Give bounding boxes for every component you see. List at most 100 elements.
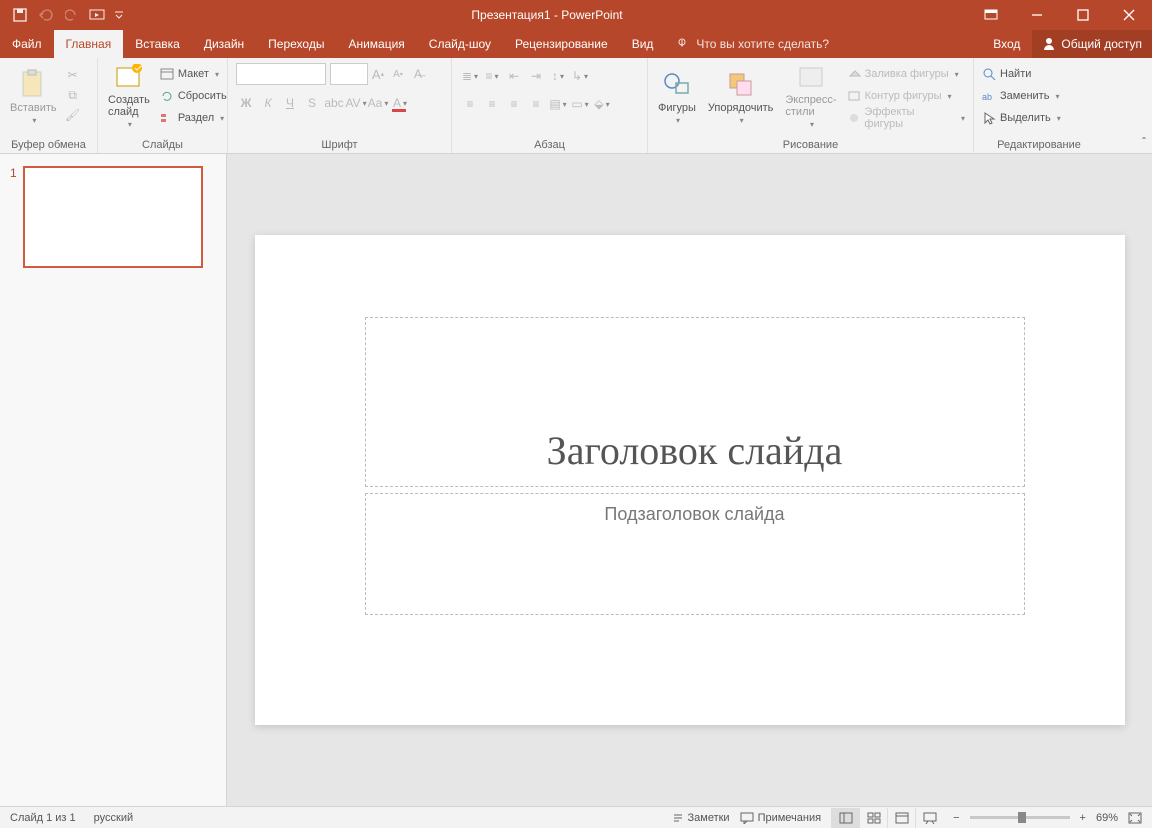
window-title: Презентация1 - PowerPoint bbox=[126, 8, 968, 22]
bullets-icon[interactable]: ≣▾ bbox=[460, 66, 480, 86]
find-button[interactable]: Найти bbox=[978, 63, 1065, 85]
inc-indent-icon[interactable]: ⇥ bbox=[526, 66, 546, 86]
shadow-icon[interactable]: abc bbox=[324, 93, 344, 113]
notes-button[interactable]: Заметки bbox=[672, 812, 730, 824]
group-slides: Создать слайд▾ Макет▾ Сбросить Раздел▾ С… bbox=[98, 58, 228, 153]
spacing-icon[interactable]: AV▾ bbox=[346, 93, 366, 113]
section-icon bbox=[160, 112, 174, 124]
undo-icon[interactable] bbox=[34, 3, 58, 27]
change-case-icon[interactable]: Aa▾ bbox=[368, 93, 388, 113]
tab-slideshow[interactable]: Слайд-шоу bbox=[417, 30, 503, 58]
italic-icon[interactable]: К bbox=[258, 93, 278, 113]
shrink-font-icon[interactable]: A▾ bbox=[388, 64, 408, 84]
grow-font-icon[interactable]: A▴ bbox=[368, 64, 388, 84]
tab-review[interactable]: Рецензирование bbox=[503, 30, 620, 58]
sorter-view-icon[interactable] bbox=[859, 808, 887, 828]
align-text-icon[interactable]: ▭▾ bbox=[570, 94, 590, 114]
ribbon: Вставить▾ ✂ ⧉ 🖌 Буфер обмена Создать сла… bbox=[0, 58, 1152, 154]
ribbon-tabs: Файл Главная Вставка Дизайн Переходы Ани… bbox=[0, 30, 1152, 58]
reset-button[interactable]: Сбросить bbox=[156, 85, 231, 107]
copy-icon[interactable]: ⧉ bbox=[63, 85, 83, 105]
align-right-icon[interactable]: ≡ bbox=[504, 94, 524, 114]
smartart-icon[interactable]: ⬙▾ bbox=[592, 94, 612, 114]
new-slide-button[interactable]: Создать слайд▾ bbox=[102, 61, 156, 131]
close-icon[interactable] bbox=[1106, 0, 1152, 30]
zoom-thumb[interactable] bbox=[1018, 812, 1026, 823]
quick-styles-button[interactable]: Экспресс- стили▾ bbox=[779, 61, 842, 131]
redo-icon[interactable] bbox=[60, 3, 84, 27]
arrange-icon bbox=[725, 68, 757, 100]
group-label: Редактирование bbox=[978, 137, 1100, 153]
tab-animations[interactable]: Анимация bbox=[336, 30, 416, 58]
subtitle-placeholder[interactable]: Подзаголовок слайда bbox=[365, 493, 1025, 615]
dec-indent-icon[interactable]: ⇤ bbox=[504, 66, 524, 86]
underline-icon[interactable]: Ч bbox=[280, 93, 300, 113]
format-painter-icon[interactable]: 🖌 bbox=[63, 105, 83, 125]
shape-effects-button[interactable]: Эффекты фигуры▾ bbox=[843, 107, 969, 129]
shapes-button[interactable]: Фигуры▾ bbox=[652, 61, 702, 131]
thumbnail-preview[interactable] bbox=[23, 166, 203, 268]
zoom-percent[interactable]: 69% bbox=[1096, 812, 1118, 824]
qat-customize-icon[interactable] bbox=[112, 3, 126, 27]
zoom-in-icon[interactable]: + bbox=[1080, 812, 1086, 824]
font-color-icon[interactable]: A▾ bbox=[390, 93, 410, 113]
replace-button[interactable]: abЗаменить▾ bbox=[978, 85, 1065, 107]
numbering-icon[interactable]: ≡▾ bbox=[482, 66, 502, 86]
tab-file[interactable]: Файл bbox=[0, 30, 54, 58]
align-center-icon[interactable]: ≡ bbox=[482, 94, 502, 114]
slide[interactable]: Заголовок слайда Подзаголовок слайда bbox=[255, 235, 1125, 725]
subtitle-placeholder-text: Подзаголовок слайда bbox=[604, 504, 784, 525]
slide-counter[interactable]: Слайд 1 из 1 bbox=[10, 812, 76, 824]
sign-in-button[interactable]: Вход bbox=[981, 30, 1032, 58]
shape-outline-button[interactable]: Контур фигуры▾ bbox=[843, 85, 969, 107]
tab-transitions[interactable]: Переходы bbox=[256, 30, 336, 58]
normal-view-icon[interactable] bbox=[831, 808, 859, 828]
cut-icon[interactable]: ✂ bbox=[63, 65, 83, 85]
layout-button[interactable]: Макет▾ bbox=[156, 63, 231, 85]
title-placeholder-text: Заголовок слайда bbox=[547, 427, 843, 474]
zoom-out-icon[interactable]: − bbox=[953, 812, 959, 824]
line-spacing-icon[interactable]: ↕▾ bbox=[548, 66, 568, 86]
slide-thumbnails-panel: 1 bbox=[0, 154, 227, 806]
font-size-input[interactable] bbox=[330, 63, 368, 85]
ribbon-display-icon[interactable] bbox=[968, 0, 1014, 30]
tab-home[interactable]: Главная bbox=[54, 30, 124, 58]
thumbnail-item[interactable]: 1 bbox=[10, 166, 216, 268]
comments-button[interactable]: Примечания bbox=[740, 812, 822, 824]
group-editing: Найти abЗаменить▾ Выделить▾ Редактирован… bbox=[974, 58, 1104, 153]
tab-insert[interactable]: Вставка bbox=[123, 30, 192, 58]
align-left-icon[interactable]: ≡ bbox=[460, 94, 480, 114]
share-button[interactable]: Общий доступ bbox=[1032, 30, 1152, 58]
title-placeholder[interactable]: Заголовок слайда bbox=[365, 317, 1025, 487]
select-button[interactable]: Выделить▾ bbox=[978, 107, 1065, 129]
arrange-button[interactable]: Упорядочить▾ bbox=[702, 61, 779, 131]
slideshow-view-icon[interactable] bbox=[915, 808, 943, 828]
paste-button[interactable]: Вставить▾ bbox=[4, 61, 63, 131]
tab-design[interactable]: Дизайн bbox=[192, 30, 256, 58]
save-icon[interactable] bbox=[8, 3, 32, 27]
present-from-start-icon[interactable] bbox=[86, 3, 110, 27]
person-icon bbox=[1042, 37, 1056, 51]
language-indicator[interactable]: русский bbox=[94, 812, 133, 824]
fill-icon bbox=[847, 68, 861, 80]
reading-view-icon[interactable] bbox=[887, 808, 915, 828]
columns-icon[interactable]: ▤▾ bbox=[548, 94, 568, 114]
replace-icon: ab bbox=[982, 90, 996, 102]
font-family-input[interactable] bbox=[236, 63, 326, 85]
section-button[interactable]: Раздел▾ bbox=[156, 107, 231, 129]
justify-icon[interactable]: ≡ bbox=[526, 94, 546, 114]
collapse-ribbon-icon[interactable]: ˆ bbox=[1142, 135, 1146, 149]
strike-icon[interactable]: S bbox=[302, 93, 322, 113]
group-label: Буфер обмена bbox=[4, 137, 93, 153]
minimize-icon[interactable] bbox=[1014, 0, 1060, 30]
bold-icon[interactable]: Ж bbox=[236, 93, 256, 113]
text-direction-icon[interactable]: ↳▾ bbox=[570, 66, 590, 86]
tab-view[interactable]: Вид bbox=[620, 30, 666, 58]
tell-me-search[interactable]: Что вы хотите сделать? bbox=[665, 30, 841, 58]
maximize-icon[interactable] bbox=[1060, 0, 1106, 30]
zoom-slider[interactable] bbox=[970, 816, 1070, 819]
fit-to-window-icon[interactable] bbox=[1128, 812, 1142, 824]
shape-fill-button[interactable]: Заливка фигуры▾ bbox=[843, 63, 969, 85]
group-drawing: Фигуры▾ Упорядочить▾ Экспресс- стили▾ За… bbox=[648, 58, 974, 153]
clear-format-icon[interactable]: A̶ bbox=[408, 64, 428, 84]
